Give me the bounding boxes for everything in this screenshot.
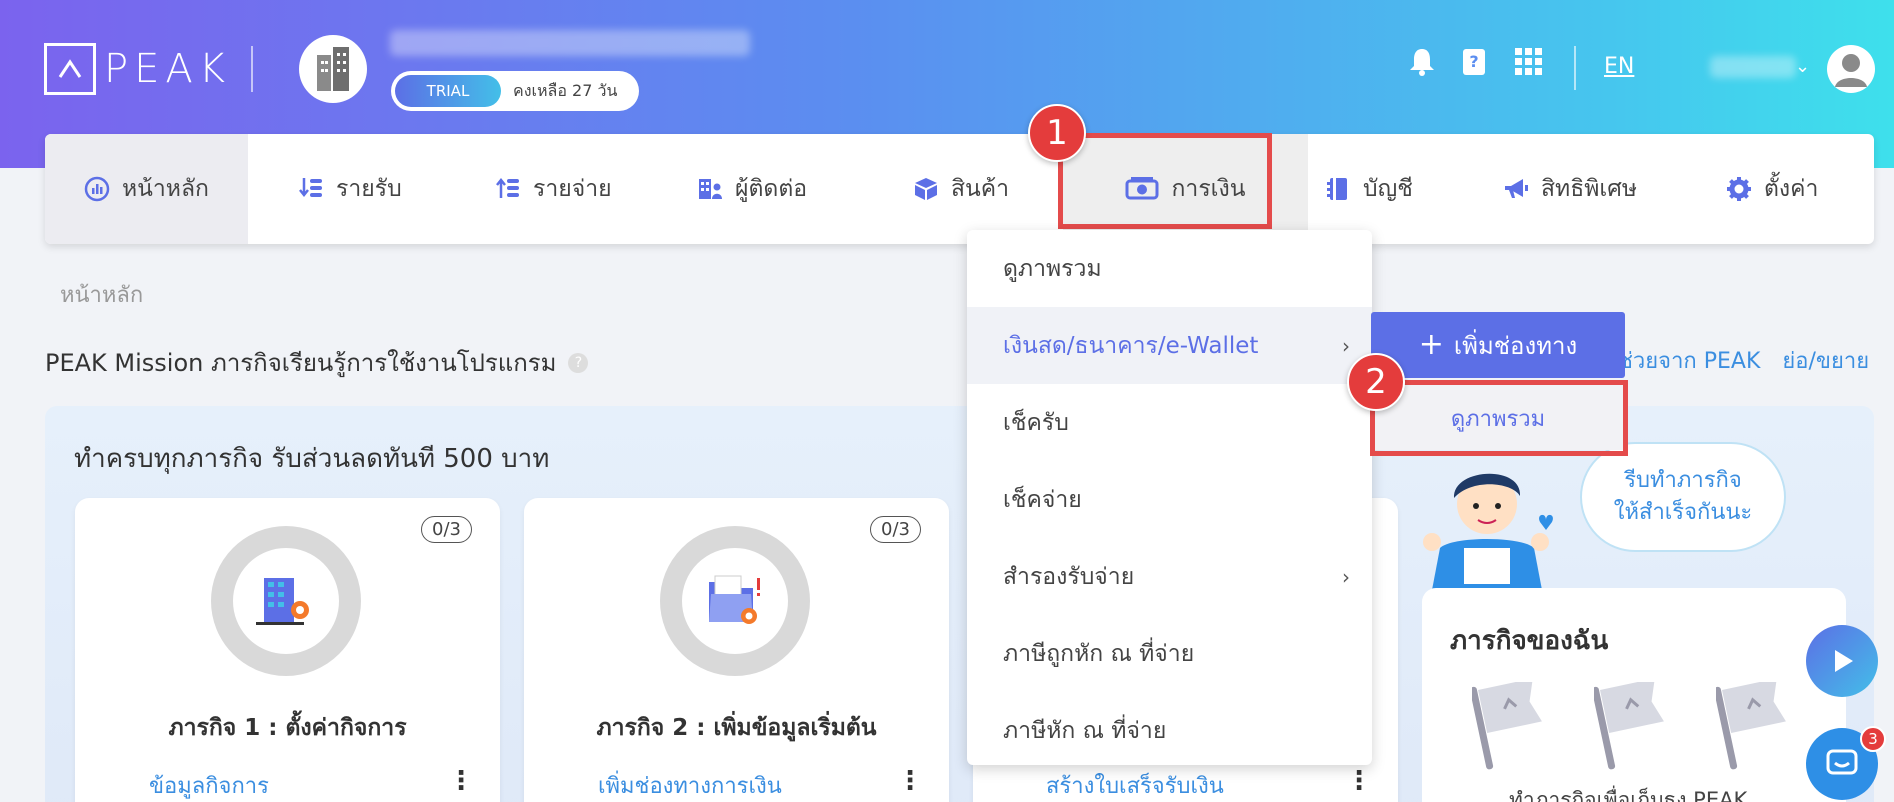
nav-label: สินค้า: [951, 176, 1010, 202]
play-tutorial-button[interactable]: [1806, 625, 1878, 697]
mission-title-text: PEAK Mission ภารกิจเรียนรู้การใช้งานโปรแ…: [45, 349, 557, 377]
breadcrumb[interactable]: หน้าหลัก: [60, 277, 143, 312]
page-title: PEAK Mission ภารกิจเรียนรู้การใช้งานโปรแ…: [45, 343, 589, 382]
company-avatar[interactable]: [299, 35, 367, 103]
nav-label: สิทธิพิเศษ: [1541, 176, 1638, 202]
dashboard-icon: [84, 176, 110, 202]
nav-item-contacts[interactable]: ผู้ติดต่อ: [697, 134, 807, 244]
kebab-menu-icon[interactable]: ⋮: [897, 766, 923, 796]
nav-label: รายรับ: [336, 176, 402, 202]
highlight-finance-tab: [1058, 133, 1272, 229]
speech-bubble: รีบทำภารกิจ ให้สำเร็จกันนะ: [1580, 442, 1786, 552]
income-icon: [298, 176, 324, 202]
language-switch[interactable]: EN: [1604, 54, 1634, 79]
trial-badge: TRIAL: [395, 75, 501, 107]
speech-line: ให้สำเร็จกันนะ: [1613, 500, 1753, 525]
nav-label: ผู้ติดต่อ: [735, 176, 808, 202]
nav-label: รายจ่าย: [533, 176, 612, 202]
my-mission-description: ทำภารกิจเพื่อเก็บธง PEAK: [1509, 788, 1748, 802]
menu-item-tax-withheld-by-others[interactable]: ภาษีถูกหัก ณ ที่จ่าย: [967, 615, 1372, 692]
header-divider: [251, 46, 253, 92]
apps-grid-icon[interactable]: [1513, 46, 1545, 78]
logo-text: PEAK: [104, 46, 231, 92]
my-mission-card: ภารกิจของฉัน ทำภารกิจเพื่อเก็บธง PEAK: [1422, 588, 1846, 802]
trial-indicator[interactable]: TRIAL คงเหลือ 27 วัน: [391, 71, 639, 111]
flag-icon: [1594, 682, 1664, 770]
mission-card-title: ภารกิจ 2 : เพิ่มข้อมูลเริ่มต้น: [596, 715, 877, 741]
nav-item-accounting[interactable]: บัญชี: [1325, 134, 1413, 244]
menu-item-cheque-received[interactable]: เช็ครับ: [967, 384, 1372, 461]
mission-panel-title: ทำครบทุกภารกิจ รับส่วนลดทันที 500 บาท: [74, 444, 550, 474]
company-building-icon: [256, 578, 309, 625]
peak-logo[interactable]: PEAK: [44, 43, 231, 95]
mission-card-link[interactable]: เพิ่มช่องทางการเงิน: [598, 768, 782, 802]
nav-label: ตั้งค่า: [1764, 176, 1819, 202]
contacts-icon: [697, 176, 723, 202]
mascot-illustration: [1423, 473, 1553, 590]
main-navbar: หน้าหลัก รายรับ รายจ่าย ผู้ติดต่อ สินค้า…: [45, 134, 1874, 244]
step-badge-1: 1: [1028, 104, 1086, 162]
menu-item-cash-bank-ewallet[interactable]: เงินสด/ธนาคาร/e-Wallet ›: [967, 307, 1372, 384]
trial-days-remaining: คงเหลือ 27 วัน: [513, 80, 618, 100]
header-divider: [1574, 46, 1576, 90]
add-channel-button[interactable]: + เพิ่มช่องทาง: [1371, 312, 1625, 378]
nav-item-home[interactable]: หน้าหลัก: [45, 134, 248, 244]
building-icon: [317, 47, 349, 91]
flag-icon: [1716, 682, 1786, 770]
nav-item-products[interactable]: สินค้า: [913, 134, 1009, 244]
chevron-right-icon: ›: [1342, 333, 1350, 358]
mission-card-2[interactable]: 0/3 ภารกิจ 2 : เพิ่มข้อมูลเริ่มต้น เพิ่ม…: [524, 498, 949, 802]
highlight-submenu-overview: [1370, 380, 1628, 456]
mission-actions: ช่วยจาก PEAK ย่อ/ขยาย: [1618, 343, 1869, 378]
nav-item-privileges[interactable]: สิทธิพิเศษ: [1503, 134, 1637, 244]
nav-label: บัญชี: [1363, 176, 1413, 202]
expense-icon: [495, 176, 521, 202]
nav-item-income[interactable]: รายรับ: [298, 134, 402, 244]
mission-progress: 0/3: [421, 516, 472, 543]
folder-data-icon: [709, 575, 760, 624]
bell-icon[interactable]: [1406, 46, 1438, 78]
chat-unread-badge: 3: [1860, 726, 1886, 752]
mission-card-title: ภารกิจ 1 : ตั้งค่ากิจการ: [168, 715, 407, 741]
company-name-blurred: [390, 30, 750, 56]
help-link[interactable]: ช่วยจาก PEAK: [1618, 343, 1760, 378]
user-avatar[interactable]: [1827, 45, 1875, 93]
nav-item-expense[interactable]: รายจ่าย: [495, 134, 612, 244]
help-icon[interactable]: ?: [568, 352, 589, 373]
kebab-menu-icon[interactable]: ⋮: [448, 766, 474, 796]
menu-item-petty-cash[interactable]: สำรองรับจ่าย ›: [967, 538, 1372, 615]
user-name-blurred[interactable]: [1710, 56, 1796, 78]
progress-ring: [211, 526, 361, 676]
nav-item-settings[interactable]: ตั้งค่า: [1726, 134, 1818, 244]
play-icon: [1835, 650, 1853, 672]
mission-progress: 0/3: [870, 516, 921, 543]
mission-card-link[interactable]: สร้างใบเสร็จรับเงิน: [1046, 768, 1224, 802]
svg-text:?: ?: [1469, 52, 1478, 71]
plus-icon: +: [1418, 327, 1444, 362]
menu-item-tax-withheld[interactable]: ภาษีหัก ณ ที่จ่าย: [967, 692, 1372, 765]
chat-icon: [1826, 749, 1858, 775]
chevron-down-icon[interactable]: ⌄: [1795, 56, 1810, 77]
progress-ring: [660, 526, 810, 676]
help-book-icon[interactable]: ?: [1458, 46, 1490, 78]
menu-item-overview[interactable]: ดูภาพรวม: [967, 230, 1372, 307]
finance-dropdown-menu: ดูภาพรวม เงินสด/ธนาคาร/e-Wallet › เช็ครั…: [967, 230, 1372, 765]
flag-icon: [1472, 682, 1542, 770]
mission-card-link[interactable]: ข้อมูลกิจการ: [149, 768, 269, 802]
speech-line: รีบทำภารกิจ: [1624, 468, 1742, 493]
my-mission-title: ภารกิจของฉัน: [1450, 626, 1609, 656]
menu-item-cheque-paid[interactable]: เช็คจ่าย: [967, 461, 1372, 538]
kebab-menu-icon[interactable]: ⋮: [1346, 766, 1372, 796]
logo-mark-icon: [44, 43, 96, 95]
megaphone-icon: [1503, 176, 1529, 202]
collapse-toggle-link[interactable]: ย่อ/ขยาย: [1782, 343, 1869, 378]
chevron-right-icon: ›: [1342, 564, 1350, 589]
ledger-icon: [1325, 176, 1351, 202]
mission-card-1[interactable]: 0/3 ภารกิจ 1 : ตั้งค่ากิจการ ข้อมูลกิจกา…: [75, 498, 500, 802]
step-badge-2: 2: [1347, 353, 1405, 411]
nav-label: หน้าหลัก: [122, 176, 209, 202]
gear-icon: [1726, 176, 1752, 202]
box-icon: [913, 176, 939, 202]
